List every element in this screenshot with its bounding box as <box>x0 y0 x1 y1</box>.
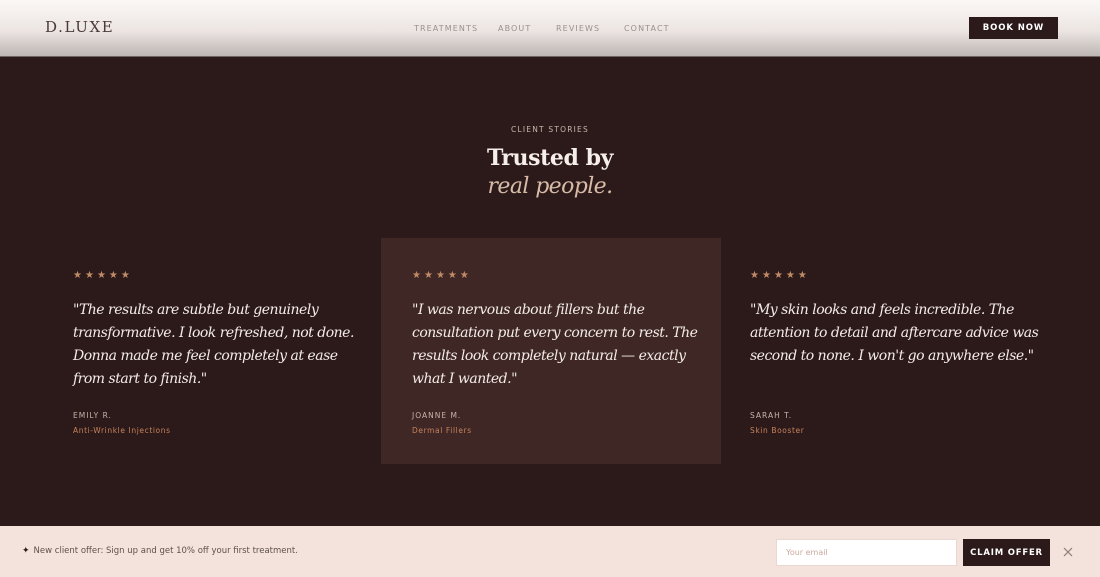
star-rating: ★ ★ ★ ★ ★ <box>412 270 721 282</box>
star-icon: ★ <box>73 270 82 281</box>
review-quote: "The results are subtle but genuinely tr… <box>73 302 354 387</box>
nav-reviews[interactable]: REVIEWS <box>556 24 600 33</box>
section-title-italic: real people. <box>487 174 614 199</box>
review-card: ★ ★ ★ ★ ★ "The results are subtle but genuin… <box>42 238 382 464</box>
nav-about[interactable]: ABOUT <box>498 24 531 33</box>
offer-message: ✦ New client offer: Sign up and get 10% … <box>22 546 298 556</box>
star-icon: ★ <box>785 270 795 281</box>
close-icon[interactable] <box>1061 545 1075 559</box>
star-icon: ★ <box>750 270 759 281</box>
sparkle-icon: ✦ <box>22 546 30 556</box>
star-icon: ★ <box>773 270 783 281</box>
review-card-highlighted: ★ ★ ★ ★ ★ "I was nervous about fillers but t… <box>381 238 721 464</box>
star-rating: ★ ★ ★ ★ ★ <box>750 270 1059 282</box>
offer-bar: ✦ New client offer: Sign up and get 10% … <box>0 526 1100 577</box>
star-icon: ★ <box>435 270 445 281</box>
claim-offer-button[interactable]: CLAIM OFFER <box>963 539 1050 566</box>
star-icon: ★ <box>761 270 771 281</box>
review-treatment: Dermal Fillers <box>412 426 472 435</box>
star-icon: ★ <box>84 270 94 281</box>
review-treatment: Anti-Wrinkle Injections <box>73 426 171 435</box>
offer-text: New client offer: Sign up and get 10% of… <box>33 546 298 556</box>
star-icon: ★ <box>797 270 807 281</box>
star-rating: ★ ★ ★ ★ ★ <box>73 270 382 282</box>
book-now-button[interactable]: BOOK NOW <box>969 17 1058 39</box>
email-input[interactable] <box>776 539 957 566</box>
page: D.LUXE TREATMENTS ABOUT REVIEWS CONTACT … <box>0 0 1100 577</box>
review-author: SARAH T. <box>750 411 793 420</box>
review-card: ★ ★ ★ ★ ★ "My skin looks and feels incredibl… <box>719 238 1059 464</box>
star-icon: ★ <box>108 270 118 281</box>
review-author: JOANNE M. <box>412 411 462 420</box>
main-nav: TREATMENTS ABOUT REVIEWS CONTACT <box>0 24 1100 36</box>
star-icon: ★ <box>447 270 457 281</box>
review-treatment: Skin Booster <box>750 426 805 435</box>
section-kicker: CLIENT STORIES <box>511 125 589 134</box>
section-title: Trusted by <box>486 145 614 171</box>
review-quote: "My skin looks and feels incredible. The… <box>750 302 1039 364</box>
nav-contact[interactable]: CONTACT <box>624 24 670 33</box>
site-header: D.LUXE TREATMENTS ABOUT REVIEWS CONTACT … <box>0 0 1100 57</box>
star-icon: ★ <box>96 270 106 281</box>
review-quote: "I was nervous about fillers but the con… <box>412 302 698 387</box>
star-icon: ★ <box>120 270 130 281</box>
star-icon: ★ <box>423 270 433 281</box>
star-icon: ★ <box>459 270 469 281</box>
star-icon: ★ <box>412 270 421 281</box>
nav-treatments[interactable]: TREATMENTS <box>414 24 478 33</box>
review-author: EMILY R. <box>73 411 112 420</box>
